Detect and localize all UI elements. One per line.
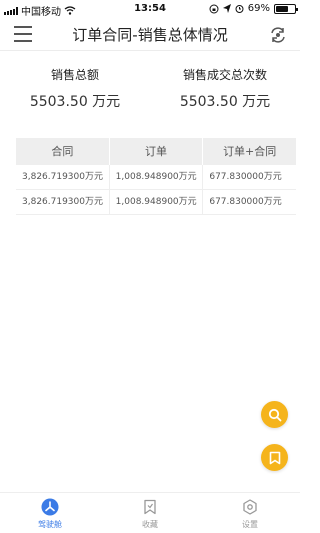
deal-count-label: 销售成交总次数 <box>182 68 267 82</box>
bookmark-fab-button[interactable] <box>261 444 288 471</box>
table-cell: 1,008.948900万元 <box>110 190 204 214</box>
tab-label: 收藏 <box>142 520 158 529</box>
status-bar: 中国移动 13:54 69% <box>0 0 300 18</box>
search-icon <box>268 408 281 421</box>
menu-icon[interactable] <box>14 26 32 42</box>
tab-label: 驾驶舱 <box>38 520 62 529</box>
alarm-icon <box>235 5 244 13</box>
tab-label: 设置 <box>242 520 258 529</box>
summary-section: 销售总额 5503.50 万元 销售成交总次数 5503.50 万元 <box>0 66 300 122</box>
battery-fill <box>276 5 289 12</box>
battery-icon <box>274 3 298 14</box>
table-cell: 677.830000万元 <box>209 172 282 182</box>
table-cell: 3,826.719300万元 <box>16 190 110 214</box>
tab-bar: 驾驶舱 收藏 设置 <box>0 492 300 533</box>
tab-cockpit[interactable]: 驾驶舱 <box>0 493 100 533</box>
sales-table: 合同 订单 订单+合同 3,826.719300万元 1,008.948900万… <box>16 138 296 215</box>
location-icon <box>222 4 231 13</box>
table-row[interactable]: 3,826.719300万元 1,008.948900万元 677.830000… <box>16 165 296 190</box>
column-header-contract[interactable]: 合同 <box>16 138 110 165</box>
table-cell: 677.830000万元 <box>209 197 282 207</box>
bookmark-icon <box>141 498 159 516</box>
column-header-order-contract[interactable]: 订单+合同 <box>203 138 296 165</box>
column-header-order[interactable]: 订单 <box>110 138 204 165</box>
battery-percent: 69% <box>247 3 270 14</box>
lock-rotation-icon <box>209 4 219 13</box>
cockpit-icon <box>41 498 59 516</box>
total-sales-block: 销售总额 5503.50 万元 <box>0 66 150 112</box>
tab-favorites[interactable]: 收藏 <box>100 493 200 533</box>
table-cell: 3,826.719300万元 <box>16 165 110 189</box>
status-right: 69% <box>209 3 298 14</box>
search-fab-button[interactable] <box>261 401 288 428</box>
settings-icon <box>241 498 259 516</box>
deal-count-block: 销售成交总次数 5503.50 万元 <box>150 66 300 112</box>
table-row[interactable]: 3,826.719300万元 1,008.948900万元 677.830000… <box>16 190 296 215</box>
total-sales-label: 销售总额 <box>50 68 99 82</box>
deal-count-value: 5503.50 万元 <box>179 94 271 110</box>
total-sales-value: 5503.50 万元 <box>29 94 121 110</box>
nav-bar: 订单合同-销售总体情况 <box>0 18 300 51</box>
switch-view-icon[interactable] <box>268 25 288 45</box>
bookmark-icon <box>269 451 280 464</box>
page-title: 订单合同-销售总体情况 <box>72 26 228 44</box>
table-header: 合同 订单 订单+合同 <box>16 138 296 165</box>
table-cell: 1,008.948900万元 <box>110 165 204 189</box>
tab-settings[interactable]: 设置 <box>200 493 300 533</box>
